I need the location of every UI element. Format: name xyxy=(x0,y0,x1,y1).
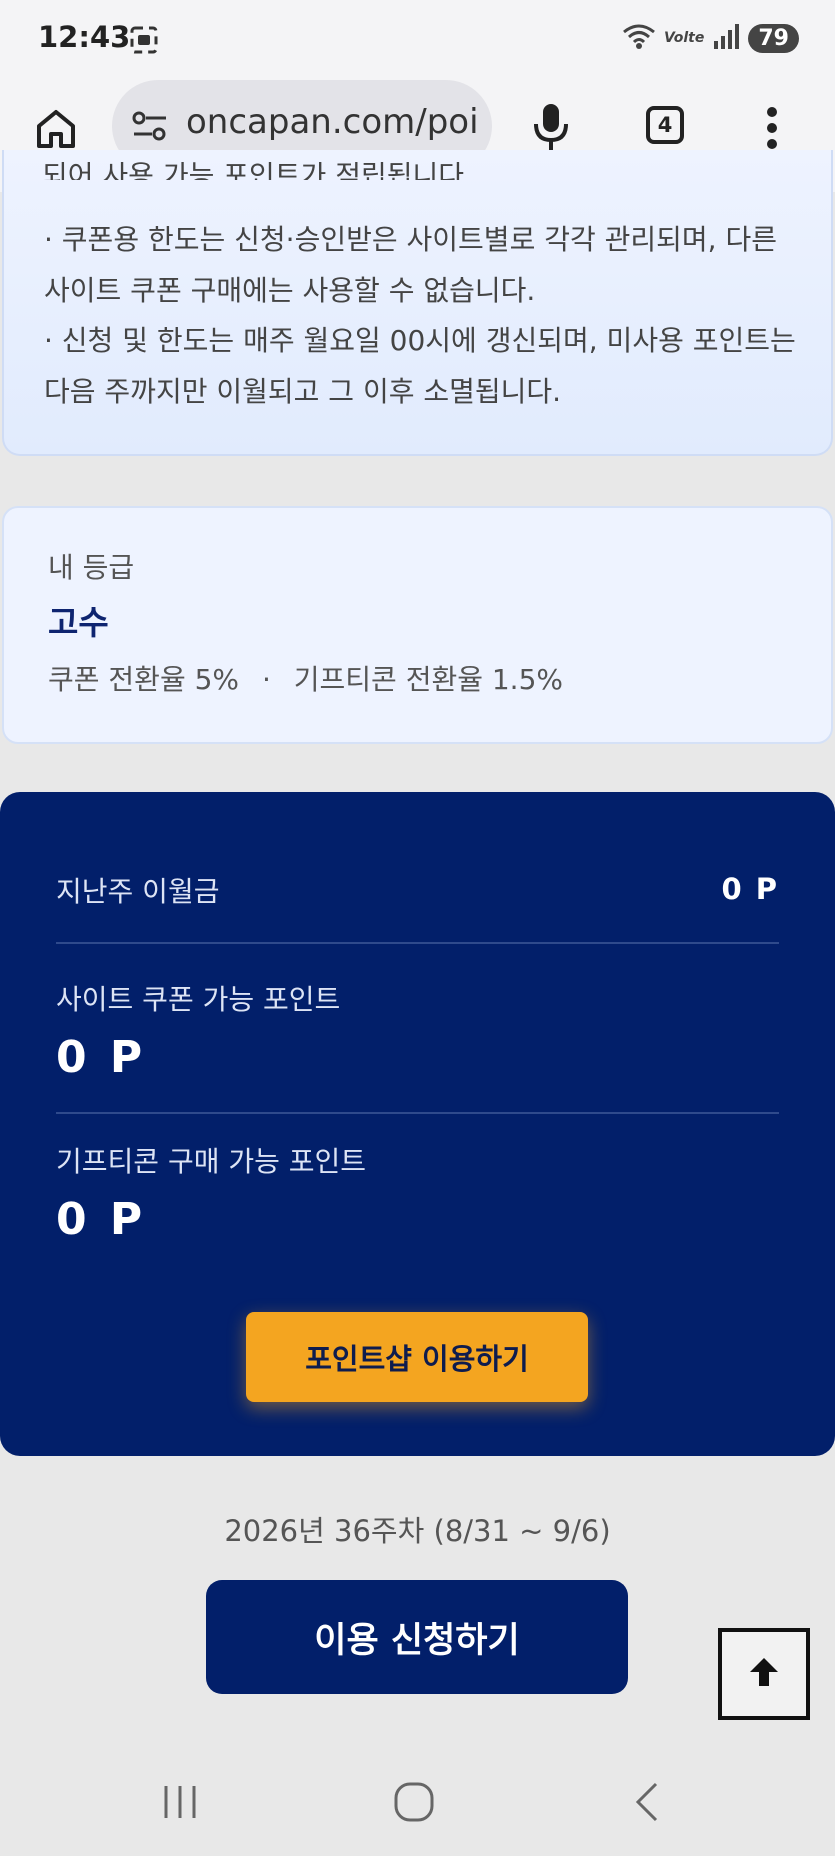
signal-icon xyxy=(712,23,740,53)
carryover-value: 0 P xyxy=(721,872,779,906)
apply-button[interactable]: 이용 신청하기 xyxy=(206,1580,628,1694)
more-icon[interactable] xyxy=(766,104,778,156)
week-info: 2026년 36주차 (8/31 ~ 9/6) xyxy=(224,1514,611,1548)
carryover-label: 지난주 이월금 xyxy=(56,875,220,908)
notice-line-site-limit: · 쿠폰용 한도는 신청·승인받은 사이트별로 각각 관리되며, 다른 사이트 … xyxy=(44,223,778,307)
status-time: 12:43 xyxy=(38,20,131,54)
network-label: Volte xyxy=(663,30,705,46)
grade-rates: 쿠폰 전환율 5% · 기프티콘 전환율 1.5% xyxy=(48,658,563,698)
point-shop-button[interactable]: 포인트샵 이용하기 xyxy=(246,1312,588,1402)
home-icon[interactable] xyxy=(30,102,82,154)
recent-apps-icon[interactable] xyxy=(160,1782,200,1826)
url-text[interactable]: oncapan.com/poi xyxy=(186,102,479,142)
battery-indicator: 79 xyxy=(748,23,799,53)
site-settings-icon[interactable] xyxy=(130,108,170,148)
system-nav-bar xyxy=(0,1746,835,1856)
status-icons: Volte 79 xyxy=(622,22,799,54)
gifticon-points-value: 0 P xyxy=(56,1194,147,1245)
home-circle-icon[interactable] xyxy=(392,1780,436,1828)
coupon-rate: 쿠폰 전환율 5% xyxy=(48,663,240,696)
arrow-up-icon xyxy=(744,1652,784,1696)
site-coupon-points-value: 0 P xyxy=(56,1032,147,1083)
points-divider xyxy=(56,1112,779,1114)
notice-line-renewal: · 신청 및 한도는 매주 월요일 00시에 갱신되며, 미사용 포인트는 다음… xyxy=(44,324,796,408)
grade-value: 고수 xyxy=(48,603,109,642)
gifticon-points-label: 기프티콘 구매 가능 포인트 xyxy=(56,1145,367,1178)
gifticon-rate: 기프티콘 전환율 1.5% xyxy=(293,663,564,696)
rate-separator: · xyxy=(261,663,271,696)
site-coupon-points-label: 사이트 쿠폰 가능 포인트 xyxy=(56,983,341,1016)
scroll-top-button[interactable] xyxy=(718,1628,810,1720)
grade-card xyxy=(2,506,833,744)
wifi-icon xyxy=(622,22,656,54)
notice-partial-line: 되어 사용 가능 포인트가 적립됩니다. xyxy=(42,162,473,180)
screenshot-icon xyxy=(128,24,160,60)
points-divider xyxy=(56,942,779,944)
status-bar: 12:43 Volte 79 xyxy=(0,0,835,78)
grade-label: 내 등급 xyxy=(48,551,135,584)
tab-switcher-button[interactable]: 4 xyxy=(646,106,684,144)
back-icon[interactable] xyxy=(632,1780,662,1828)
